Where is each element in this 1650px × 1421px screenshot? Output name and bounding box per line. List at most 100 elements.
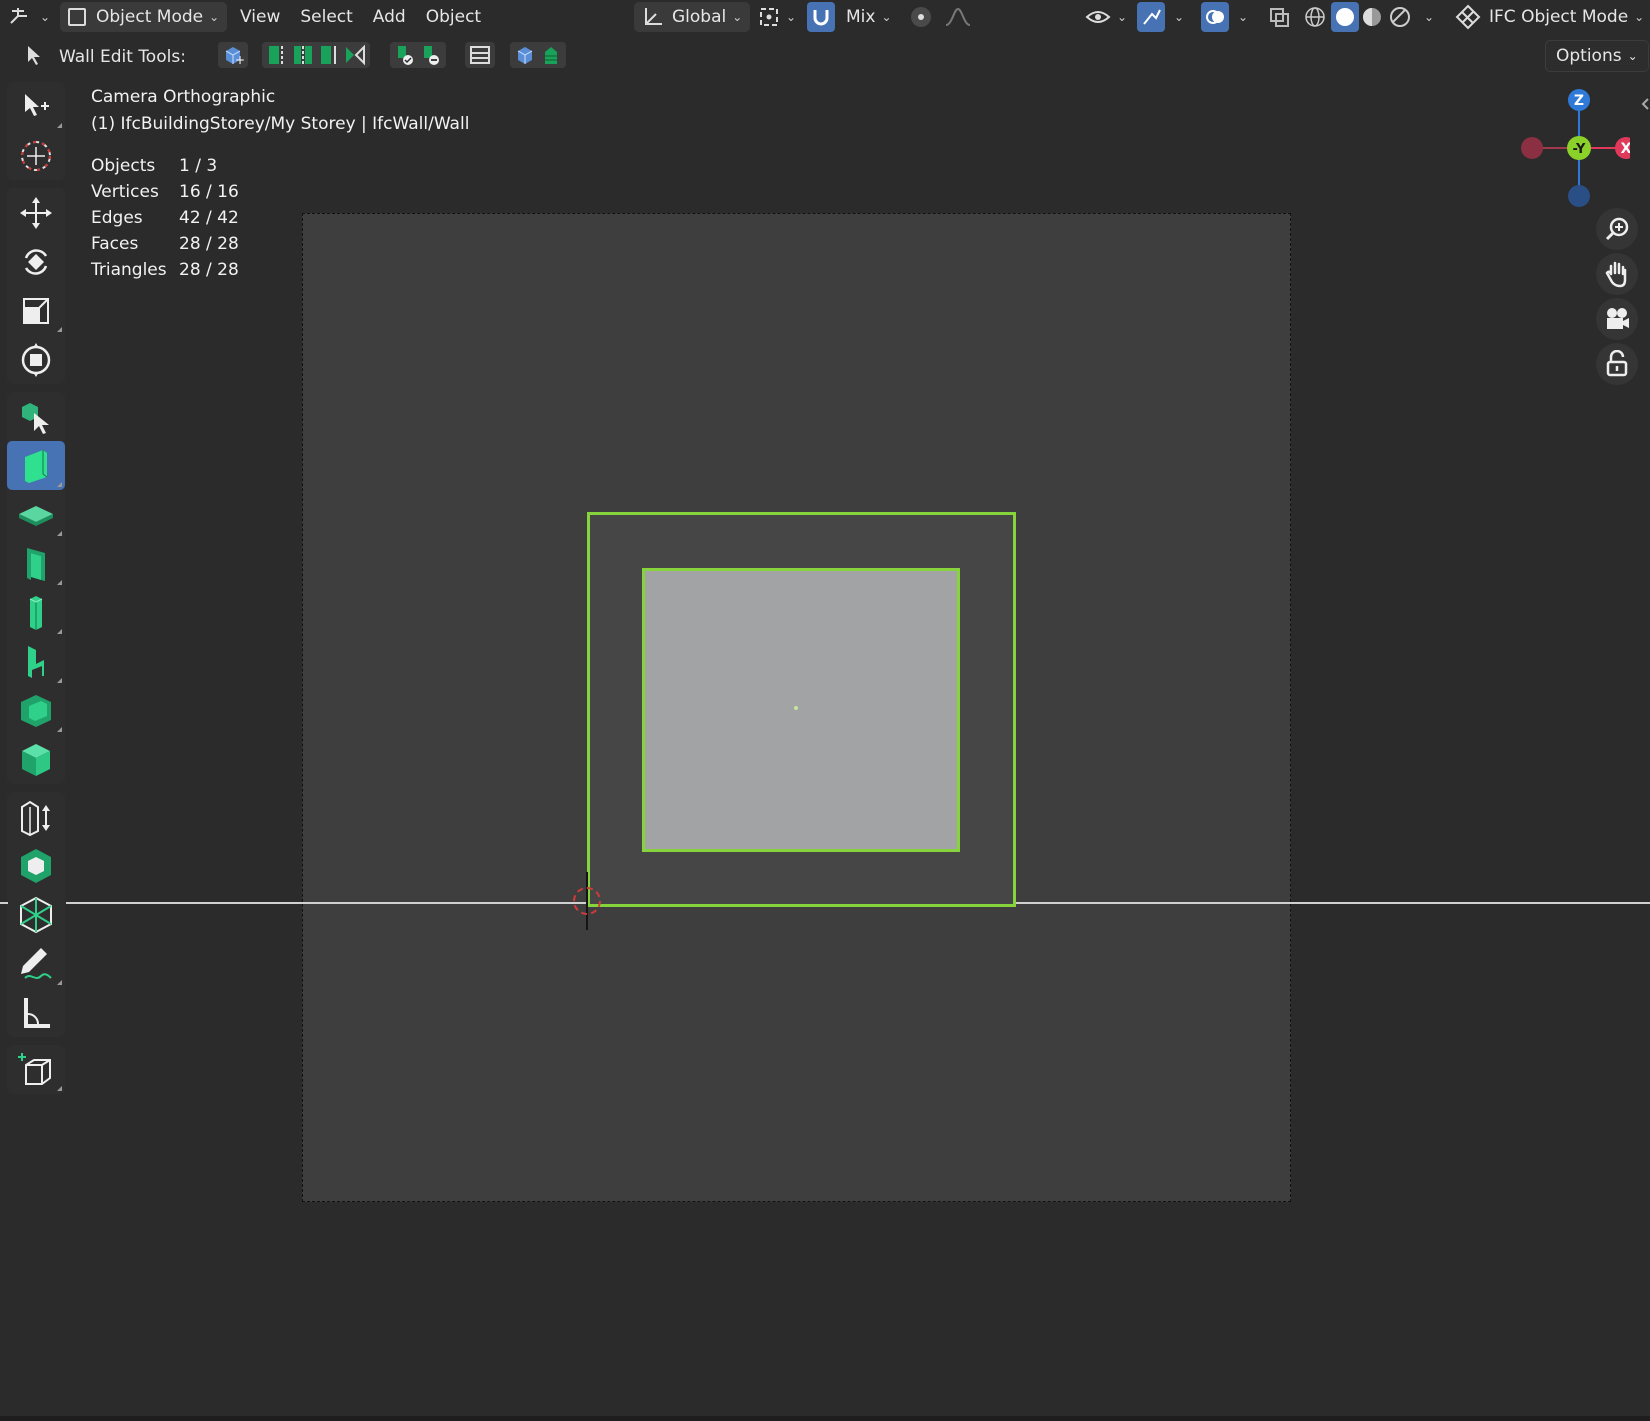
ifc-mode-dropdown[interactable]: IFC Object Mode ⌄ — [1455, 2, 1644, 32]
3d-cursor[interactable] — [573, 887, 601, 915]
wireframe-sphere-icon — [1305, 7, 1325, 27]
shading-solid-button[interactable] — [1331, 2, 1359, 32]
orientation-dropdown[interactable]: Global ⌄ — [634, 2, 751, 32]
wall-tool-add[interactable]: + — [218, 42, 248, 68]
tool-measure[interactable] — [7, 988, 65, 1037]
wall-tool-layers[interactable] — [465, 42, 495, 68]
stat-row: Faces 28 / 28 — [91, 231, 239, 257]
lock-icon — [1606, 350, 1628, 377]
column-icon — [29, 595, 43, 630]
stat-value: 28 / 28 — [179, 234, 239, 254]
tool-cursor[interactable] — [7, 131, 65, 180]
tool-move[interactable] — [7, 188, 65, 237]
tool-add-cube[interactable] — [7, 1045, 65, 1094]
tool-ifc-select[interactable] — [7, 392, 65, 441]
gizmo-arrow-icon — [1143, 9, 1161, 25]
stat-label: Edges — [91, 208, 143, 228]
tool-annotate[interactable] — [7, 939, 65, 988]
tool-wireframe[interactable] — [7, 890, 65, 939]
rendered-sphere-icon — [1390, 7, 1410, 27]
mirror-wall-icon[interactable] — [344, 44, 366, 66]
wall-inner-face[interactable] — [642, 568, 960, 852]
menu-select[interactable]: Select — [290, 7, 362, 27]
extend-wall-icon[interactable] — [266, 44, 288, 66]
tool-furniture[interactable] — [7, 637, 65, 686]
convert-wall-icon[interactable] — [540, 44, 562, 66]
mode-dropdown[interactable]: Object Mode ⌄ — [60, 2, 228, 32]
xray-icon — [1270, 8, 1289, 27]
pivot-point-dropdown[interactable]: ⌄ — [758, 2, 796, 32]
lock-view-button[interactable] — [1596, 343, 1638, 385]
shading-rendered-button[interactable] — [1388, 2, 1412, 32]
tool-slab[interactable] — [7, 490, 65, 539]
stat-value: 1 / 3 — [179, 156, 218, 176]
proportional-edit-toggle[interactable] — [908, 2, 934, 32]
move-icon — [20, 196, 52, 229]
menu-add[interactable]: Add — [363, 7, 416, 27]
sidebar-toggle-icon[interactable] — [1640, 96, 1650, 112]
wall-icon — [25, 449, 48, 483]
scene-statistics: Objects 1 / 3 Vertices 16 / 16 Edges 42 / 4… — [91, 153, 239, 283]
view-name: Camera Orthographic — [91, 87, 276, 107]
tool-door[interactable] — [7, 539, 65, 588]
gizmo-toggle[interactable] — [1137, 2, 1165, 32]
overlays-icon — [1206, 10, 1224, 24]
menu-view[interactable]: View — [230, 7, 290, 27]
chevron-down-icon: ⌄ — [1627, 49, 1638, 63]
ruler-icon — [24, 997, 50, 1028]
navigation-gizmo[interactable]: Z X -Y — [1510, 86, 1630, 210]
pan-button[interactable] — [1596, 253, 1638, 295]
editor-type-icon — [10, 8, 27, 24]
add-cube-icon — [18, 1052, 51, 1085]
camera-view-button[interactable] — [1596, 298, 1638, 340]
snap-mode-dropdown[interactable]: Mix ⌄ — [846, 2, 892, 32]
convert-mesh-icon[interactable] — [514, 44, 536, 66]
tool-extrude[interactable] — [7, 792, 65, 841]
shading-dropdown[interactable]: ⌄ — [1418, 2, 1434, 32]
options-dropdown[interactable]: Options ⌄ — [1545, 40, 1649, 72]
falloff-dropdown[interactable] — [944, 2, 974, 32]
tool-column[interactable] — [7, 588, 65, 637]
zoom-button[interactable] — [1596, 208, 1638, 250]
axis-negative-x[interactable] — [1521, 137, 1543, 159]
axis-negative-z[interactable] — [1568, 185, 1590, 207]
tool-select-box[interactable] — [7, 82, 65, 131]
stat-label: Vertices — [91, 182, 159, 202]
shading-material-button[interactable] — [1360, 2, 1384, 32]
snap-toggle[interactable] — [807, 2, 835, 32]
editor-type-button[interactable]: ⌄ — [8, 2, 50, 32]
disconnect-wall-icon[interactable] — [420, 44, 442, 66]
gizmo-dropdown[interactable]: ⌄ — [1168, 2, 1184, 32]
camera-icon — [1607, 308, 1629, 329]
overlays-toggle[interactable] — [1201, 2, 1229, 32]
proportional-editing-icon — [911, 7, 931, 27]
stat-value: 16 / 16 — [179, 182, 239, 202]
ifc-select-icon — [22, 402, 49, 434]
menu-object[interactable]: Object — [416, 7, 491, 27]
tool-ifc-solid[interactable] — [7, 841, 65, 890]
visibility-dropdown[interactable]: ⌄ — [1085, 2, 1127, 32]
tool-transform[interactable] — [7, 335, 65, 384]
overlays-dropdown[interactable]: ⌄ — [1232, 2, 1248, 32]
tool-scale[interactable] — [7, 286, 65, 335]
material-sphere-icon — [1363, 8, 1381, 26]
join-wall-icon[interactable] — [318, 44, 340, 66]
xray-toggle[interactable] — [1268, 2, 1292, 32]
extrude-arrow-icon — [21, 800, 50, 836]
tool-rotate[interactable] — [7, 237, 65, 286]
orientation-label: Global — [672, 7, 727, 27]
tool-object[interactable] — [7, 735, 65, 784]
axis-z-label: Z — [1574, 93, 1584, 109]
wall-tool-group-convert — [510, 42, 566, 68]
split-wall-icon[interactable] — [292, 44, 314, 66]
scale-icon — [23, 297, 49, 324]
context-path: (1) IfcBuildingStorey/My Storey | IfcWal… — [91, 114, 470, 134]
stat-row: Objects 1 / 3 — [91, 153, 239, 179]
shading-wireframe-button[interactable] — [1303, 2, 1327, 32]
chevron-down-icon: ⌄ — [1117, 10, 1128, 24]
wall-tools-label: Wall Edit Tools: — [59, 47, 186, 67]
tool-wall[interactable] — [7, 441, 65, 490]
door-icon — [27, 547, 45, 581]
tool-opening[interactable] — [7, 686, 65, 735]
connect-wall-icon[interactable] — [394, 44, 416, 66]
